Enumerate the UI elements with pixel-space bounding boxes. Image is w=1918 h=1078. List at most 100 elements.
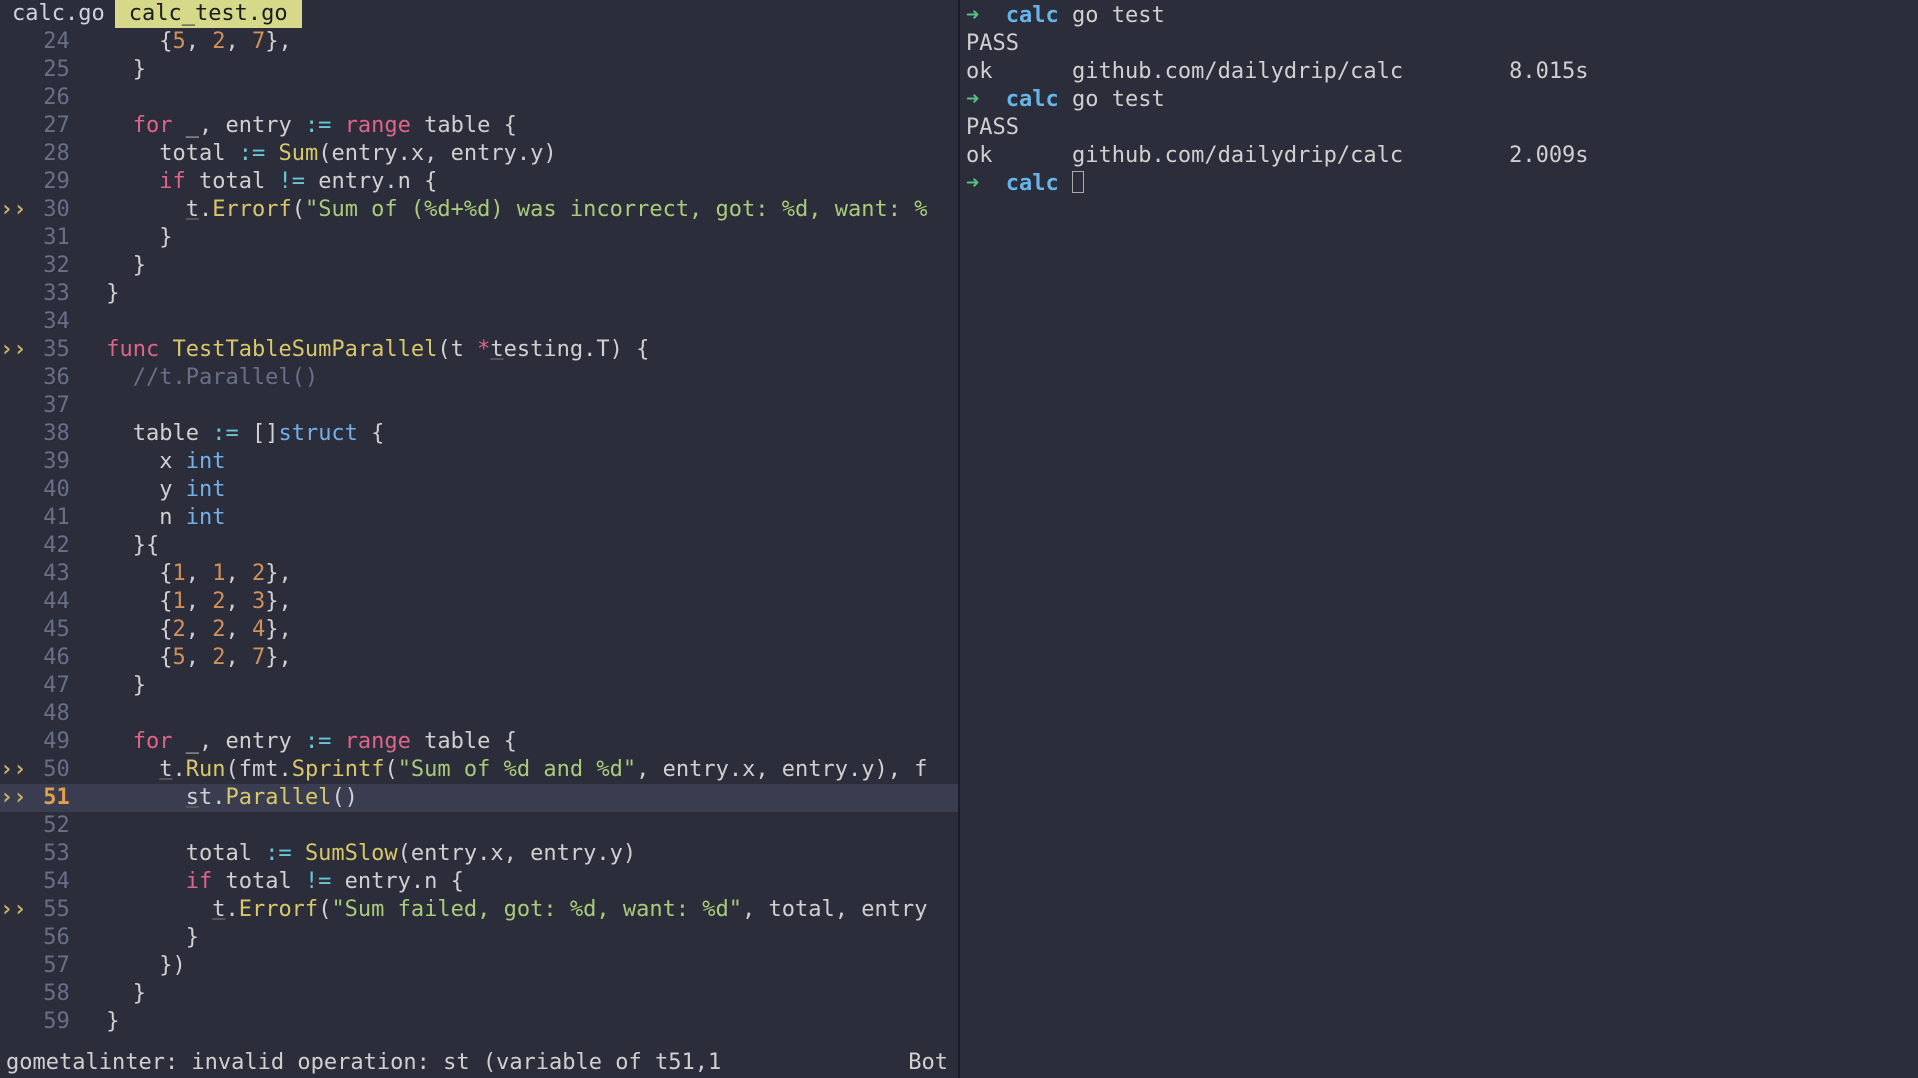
prompt-cwd: calc	[1006, 171, 1072, 196]
code-line[interactable]: 45 {2, 2, 4},	[0, 616, 958, 644]
code-content[interactable]: func TestTableSumParallel(t *testing.T) …	[80, 336, 650, 364]
code-line[interactable]: 49 for _, entry := range table {	[0, 728, 958, 756]
sign-column	[0, 560, 30, 588]
code-line[interactable]: ›› 51 st.Parallel()	[0, 784, 958, 812]
code-content[interactable]: t.Run(fmt.Sprintf("Sum of %d and %d", en…	[80, 756, 928, 784]
tab-calc_test-go[interactable]: calc_test.go	[115, 0, 302, 28]
code-line[interactable]: 26	[0, 84, 958, 112]
code-line[interactable]: 46 {5, 2, 7},	[0, 644, 958, 672]
code-line[interactable]: 34	[0, 308, 958, 336]
code-line[interactable]: ›› 30 t.Errorf("Sum of (%d+%d) was incor…	[0, 196, 958, 224]
prompt-arrow-icon: ➜	[966, 171, 1006, 196]
code-content[interactable]: for _, entry := range table {	[80, 728, 517, 756]
terminal-line: ok github.com/dailydrip/calc 8.015s	[966, 58, 1912, 86]
code-content[interactable]: if total != entry.n {	[80, 168, 438, 196]
line-number: 35	[30, 336, 80, 364]
code-line[interactable]: 29 if total != entry.n {	[0, 168, 958, 196]
code-content[interactable]: //t.Parallel()	[80, 364, 318, 392]
terminal-line: ➜ calc	[966, 170, 1912, 198]
sign-column	[0, 616, 30, 644]
terminal-cursor[interactable]	[1072, 171, 1084, 193]
terminal-pane[interactable]: ➜ calc go testPASSok github.com/dailydri…	[960, 0, 1918, 1078]
code-content[interactable]: {5, 2, 7},	[80, 644, 292, 672]
sign-column	[0, 924, 30, 952]
code-line[interactable]: 54 if total != entry.n {	[0, 868, 958, 896]
code-line[interactable]: 58 }	[0, 980, 958, 1008]
prompt-arrow-icon: ➜	[966, 87, 1006, 112]
code-line[interactable]: 28 total := Sum(entry.x, entry.y)	[0, 140, 958, 168]
code-line[interactable]: 38 table := []struct {	[0, 420, 958, 448]
code-line[interactable]: 27 for _, entry := range table {	[0, 112, 958, 140]
code-content[interactable]: {1, 2, 3},	[80, 588, 292, 616]
code-content[interactable]: }	[80, 980, 146, 1008]
code-content[interactable]: }	[80, 224, 173, 252]
line-number: 29	[30, 168, 80, 196]
code-line[interactable]: 32 }	[0, 252, 958, 280]
code-line[interactable]: 47 }	[0, 672, 958, 700]
code-content[interactable]: t.Errorf("Sum failed, got: %d, want: %d"…	[80, 896, 928, 924]
tab-bar: calc.gocalc_test.go	[0, 0, 958, 28]
code-line[interactable]: 36 //t.Parallel()	[0, 364, 958, 392]
code-line[interactable]: 37	[0, 392, 958, 420]
code-content[interactable]: }	[80, 280, 120, 308]
line-number: 52	[30, 812, 80, 840]
code-line[interactable]: 43 {1, 1, 2},	[0, 560, 958, 588]
line-number: 27	[30, 112, 80, 140]
code-line[interactable]: 52	[0, 812, 958, 840]
line-number: 37	[30, 392, 80, 420]
code-content[interactable]: y int	[80, 476, 226, 504]
sign-column	[0, 392, 30, 420]
code-content[interactable]: }	[80, 252, 146, 280]
code-content[interactable]: x int	[80, 448, 226, 476]
code-line[interactable]: 57 })	[0, 952, 958, 980]
code-content[interactable]: n int	[80, 504, 226, 532]
code-line[interactable]: 25 }	[0, 56, 958, 84]
sign-column	[0, 280, 30, 308]
code-content[interactable]: {5, 2, 7},	[80, 28, 292, 56]
code-content[interactable]: {2, 2, 4},	[80, 616, 292, 644]
code-line[interactable]: 48	[0, 700, 958, 728]
code-content[interactable]: table := []struct {	[80, 420, 385, 448]
code-line[interactable]: 39 x int	[0, 448, 958, 476]
code-line[interactable]: 59 }	[0, 1008, 958, 1036]
terminal-line: PASS	[966, 30, 1912, 58]
prompt-arrow-icon: ➜	[966, 3, 1006, 28]
code-content[interactable]: total := SumSlow(entry.x, entry.y)	[80, 840, 636, 868]
code-lines[interactable]: 24 {5, 2, 7}, 25 } 26 27 for _, entry :=…	[0, 28, 958, 1048]
code-content[interactable]: st.Parallel()	[80, 784, 358, 812]
code-area[interactable]: 24 {5, 2, 7}, 25 } 26 27 for _, entry :=…	[0, 28, 958, 1048]
line-number: 41	[30, 504, 80, 532]
code-content[interactable]: for _, entry := range table {	[80, 112, 517, 140]
prompt-cwd: calc	[1006, 87, 1072, 112]
line-number: 46	[30, 644, 80, 672]
code-content[interactable]: }	[80, 1008, 120, 1036]
code-content[interactable]: }	[80, 924, 199, 952]
code-line[interactable]: ›› 50 t.Run(fmt.Sprintf("Sum of %d and %…	[0, 756, 958, 784]
code-content[interactable]: }	[80, 56, 146, 84]
code-line[interactable]: ›› 55 t.Errorf("Sum failed, got: %d, wan…	[0, 896, 958, 924]
code-content[interactable]: if total != entry.n {	[80, 868, 464, 896]
code-line[interactable]: 53 total := SumSlow(entry.x, entry.y)	[0, 840, 958, 868]
code-content[interactable]: total := Sum(entry.x, entry.y)	[80, 140, 557, 168]
line-number: 24	[30, 28, 80, 56]
code-line[interactable]: 31 }	[0, 224, 958, 252]
line-number: 49	[30, 728, 80, 756]
line-number: 40	[30, 476, 80, 504]
tab-calc-go[interactable]: calc.go	[0, 0, 115, 28]
code-line[interactable]: 24 {5, 2, 7},	[0, 28, 958, 56]
code-content[interactable]: })	[80, 952, 186, 980]
sign-column	[0, 728, 30, 756]
code-line[interactable]: 44 {1, 2, 3},	[0, 588, 958, 616]
code-line[interactable]: 40 y int	[0, 476, 958, 504]
line-number: 45	[30, 616, 80, 644]
code-line[interactable]: 33 }	[0, 280, 958, 308]
line-number: 31	[30, 224, 80, 252]
code-line[interactable]: ›› 35 func TestTableSumParallel(t *testi…	[0, 336, 958, 364]
code-line[interactable]: 56 }	[0, 924, 958, 952]
code-line[interactable]: 42 }{	[0, 532, 958, 560]
code-line[interactable]: 41 n int	[0, 504, 958, 532]
code-content[interactable]: }{	[80, 532, 159, 560]
code-content[interactable]: }	[80, 672, 146, 700]
code-content[interactable]: t.Errorf("Sum of (%d+%d) was incorrect, …	[80, 196, 928, 224]
code-content[interactable]: {1, 1, 2},	[80, 560, 292, 588]
